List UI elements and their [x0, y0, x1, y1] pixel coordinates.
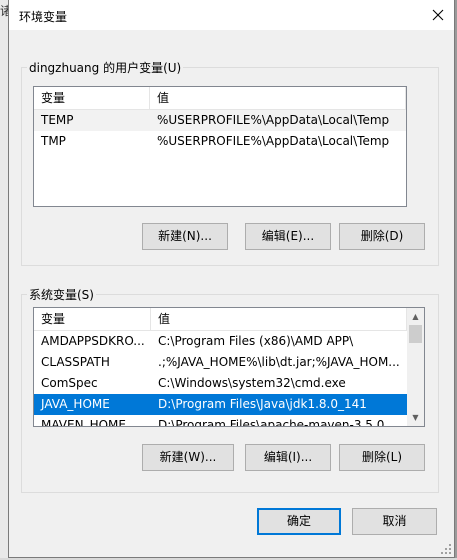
list-item[interactable]: ComSpec C:\Windows\system32\cmd.exe	[34, 373, 407, 394]
variable-name: TMP	[41, 134, 66, 148]
list-header: 变量 值	[34, 87, 406, 110]
scroll-down-icon[interactable]: ▼	[407, 409, 424, 426]
system-new-button[interactable]: 新建(W)...	[142, 444, 234, 471]
column-header-value[interactable]: 值	[151, 308, 407, 330]
user-edit-button[interactable]: 编辑(E)...	[245, 223, 331, 250]
close-button[interactable]	[426, 3, 450, 27]
variable-name: JAVA_HOME	[41, 397, 110, 411]
scroll-up-icon[interactable]: ▲	[407, 308, 424, 325]
system-variables-list[interactable]: 变量 值 AMDAPPSDKRO... C:\Program Files (x8…	[33, 307, 425, 427]
variable-value: D:\Program Files\apache-maven-3.5.0	[158, 418, 385, 427]
user-delete-button[interactable]: 删除(D)	[339, 223, 425, 250]
list-item[interactable]: CLASSPATH .;%JAVA_HOME%\lib\dt.jar;%JAVA…	[34, 352, 407, 373]
variable-value: %USERPROFILE%\AppData\Local\Temp	[157, 113, 390, 127]
column-header-value[interactable]: 值	[150, 87, 406, 109]
resize-grip-icon[interactable]	[440, 543, 452, 555]
system-delete-button[interactable]: 删除(L)	[339, 444, 425, 471]
variable-value: D:\Program Files\Java\jdk1.8.0_141	[158, 397, 367, 411]
scrollbar-thumb[interactable]	[409, 325, 422, 343]
variable-value: C:\Program Files (x86)\AMD APP\	[158, 334, 354, 348]
vertical-scrollbar[interactable]: ▲ ▼	[407, 308, 424, 426]
background-window-glyph: 诸	[0, 4, 8, 18]
variable-value: .;%JAVA_HOME%\lib\dt.jar;%JAVA_HOM...	[158, 355, 400, 369]
column-header-variable[interactable]: 变量	[34, 87, 150, 109]
variable-name: TEMP	[41, 113, 74, 127]
cancel-button[interactable]: 取消	[352, 508, 437, 535]
user-new-button[interactable]: 新建(N)...	[142, 223, 228, 250]
variable-value: %USERPROFILE%\AppData\Local\Temp	[157, 134, 390, 148]
user-variables-list[interactable]: 变量 值 TEMP %USERPROFILE%\AppData\Local\Te…	[33, 86, 407, 207]
column-header-variable[interactable]: 变量	[34, 308, 151, 330]
list-header: 变量 值	[34, 308, 407, 331]
background-window-edge: 诸	[0, 0, 8, 560]
list-item[interactable]: MAVEN_HOME D:\Program Files\apache-maven…	[34, 415, 407, 427]
close-icon	[432, 9, 444, 21]
system-variables-label: 系统变量(S)	[27, 286, 96, 303]
window-title: 环境变量	[19, 10, 68, 24]
list-item[interactable]: AMDAPPSDKRO... C:\Program Files (x86)\AM…	[34, 331, 407, 352]
variable-name: MAVEN_HOME	[41, 418, 126, 427]
title-bar: 环境变量	[9, 0, 454, 30]
variable-name: AMDAPPSDKRO...	[41, 334, 145, 348]
user-variables-label: dingzhuang 的用户变量(U)	[27, 59, 184, 76]
variable-value: C:\Windows\system32\cmd.exe	[158, 376, 346, 390]
list-item[interactable]: TMP %USERPROFILE%\AppData\Local\Temp	[34, 131, 406, 152]
variable-name: CLASSPATH	[41, 355, 110, 369]
list-item[interactable]: TEMP %USERPROFILE%\AppData\Local\Temp	[34, 110, 406, 131]
ok-button[interactable]: 确定	[257, 508, 341, 535]
system-edit-button[interactable]: 编辑(I)...	[245, 444, 331, 471]
list-item-selected[interactable]: JAVA_HOME D:\Program Files\Java\jdk1.8.0…	[34, 394, 407, 415]
environment-variables-dialog: 环境变量 dingzhuang 的用户变量(U) 变量 值 TEMP %USER…	[8, 0, 455, 558]
variable-name: ComSpec	[41, 376, 98, 390]
